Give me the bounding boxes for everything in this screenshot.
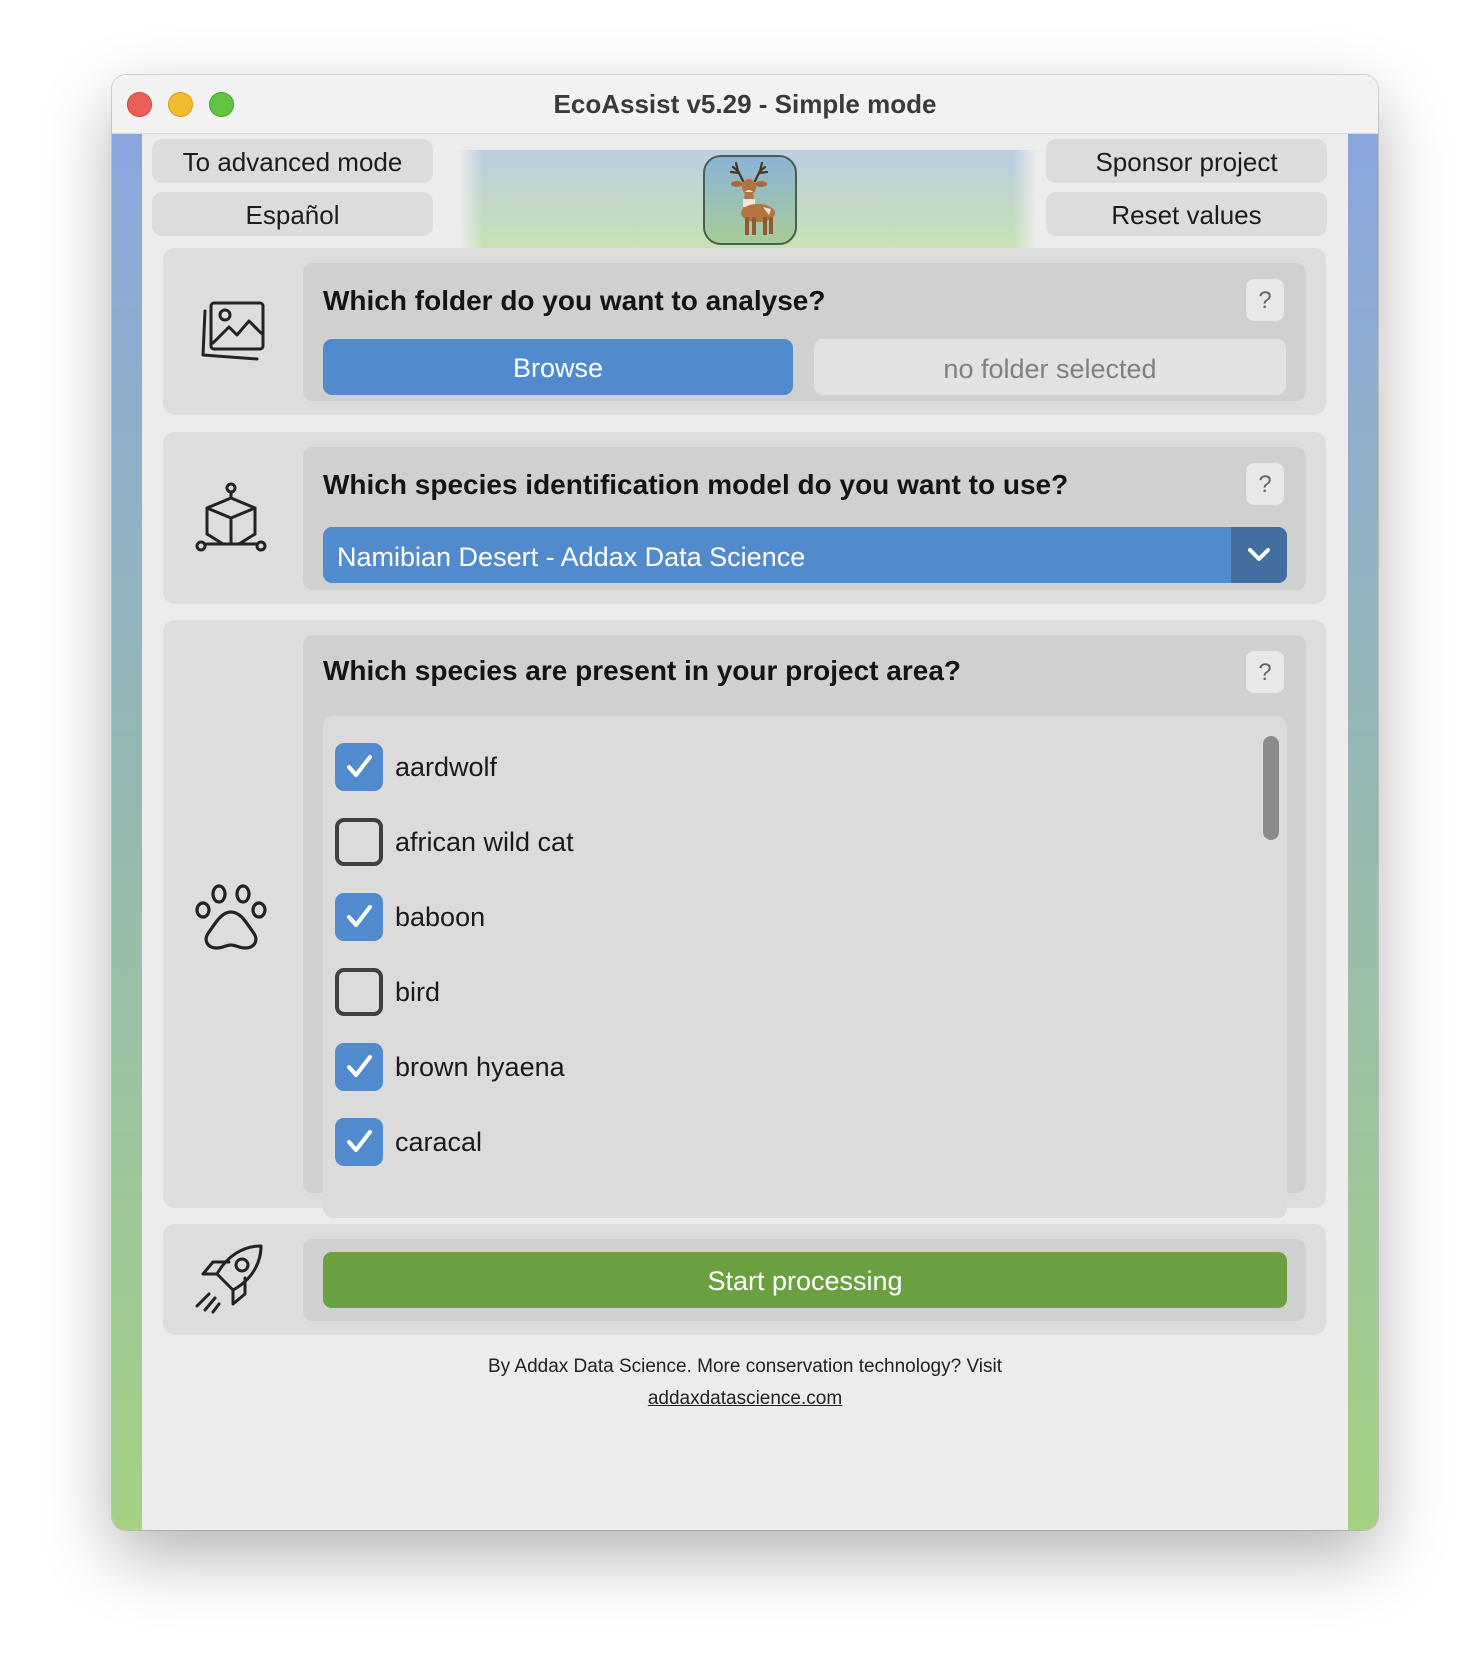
start-panel: Start processing [163,1224,1326,1335]
title-bar: EcoAssist v5.29 - Simple mode [112,75,1378,134]
model-cube-icon [195,482,267,552]
model-inner: Which species identification model do yo… [303,447,1306,590]
start-processing-button[interactable]: Start processing [323,1252,1287,1308]
folder-inner: Which folder do you want to analyse? ? B… [303,263,1306,401]
header-banner [459,150,1037,250]
reset-values-button[interactable]: Reset values [1046,192,1327,236]
footer-text: By Addax Data Science. More conservation… [488,1356,1002,1377]
paw-icon [195,884,267,950]
species-checkbox[interactable] [335,818,383,866]
language-button[interactable]: Español [152,192,433,236]
app-window: EcoAssist v5.29 - Simple mode To advance… [112,75,1378,1530]
species-label: african wild cat [395,827,574,857]
left-gradient-bar [112,134,142,1530]
selected-folder-field: no folder selected [814,339,1286,395]
species-question: Which species are present in your projec… [323,655,961,686]
species-checkbox[interactable] [335,968,383,1016]
species-checkbox[interactable] [335,1118,383,1166]
checkmark-icon [347,905,372,927]
species-help-button[interactable]: ? [1246,651,1284,693]
species-checkbox[interactable] [335,893,383,941]
species-list[interactable]: aardwolf african wild cat baboon bird brown … [323,716,1287,1218]
right-gradient-bar [1348,134,1378,1530]
deer-icon [703,155,797,245]
advanced-mode-button[interactable]: To advanced mode [152,139,433,183]
window-title: EcoAssist v5.29 - Simple mode [553,89,937,119]
species-inner: Which species are present in your projec… [303,635,1306,1218]
chevron-down-icon[interactable] [1231,527,1287,583]
species-checkbox[interactable] [335,743,383,791]
species-label: aardwolf [395,752,498,782]
model-select-value: Namibian Desert - Addax Data Science [337,542,806,572]
folder-panel: Which folder do you want to analyse? ? B… [163,248,1326,415]
species-checkbox[interactable] [335,1043,383,1091]
species-label: brown hyaena [395,1052,565,1082]
species-label: bird [395,977,441,1007]
checkmark-icon [347,1130,372,1152]
species-list-scrollbar[interactable] [1263,736,1279,840]
folder-question: Which folder do you want to analyse? [323,285,826,316]
species-label: caracal [395,1127,483,1157]
images-icon [201,301,265,361]
sponsor-project-button[interactable]: Sponsor project [1046,139,1327,183]
species-panel: Which species are present in your projec… [163,620,1326,1218]
footer-link[interactable]: addaxdatascience.com [648,1388,842,1409]
model-help-button[interactable]: ? [1246,463,1284,505]
folder-help-button[interactable]: ? [1246,279,1284,321]
rocket-icon [195,1244,263,1314]
start-inner: Start processing [303,1239,1306,1321]
model-question: Which species identification model do yo… [323,469,1069,500]
species-label: baboon [395,902,486,932]
model-panel: Which species identification model do yo… [163,432,1326,604]
browse-button[interactable]: Browse [323,339,793,395]
model-select[interactable]: Namibian Desert - Addax Data Science [323,527,1287,583]
checkmark-icon [347,1055,372,1077]
checkmark-icon [347,755,372,777]
